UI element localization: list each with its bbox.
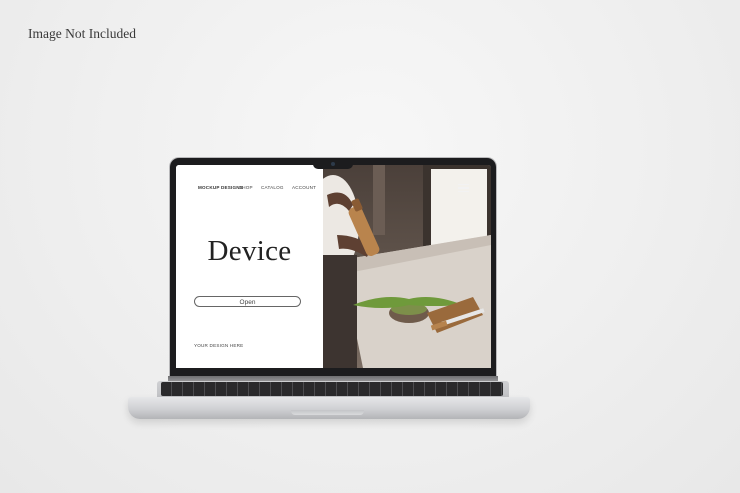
nav-shop-link[interactable]: SHOP: [239, 185, 253, 190]
website-nav: MOCKUP DESIGNS SHOP CATALOG ACCOUNT: [176, 185, 323, 193]
footer-text: YOUR DESIGN HERE: [194, 343, 244, 348]
laptop-screen: MOCKUP DESIGNS SHOP CATALOG ACCOUNT Devi…: [176, 165, 491, 368]
laptop-notch: [313, 160, 353, 169]
hamburger-menu-icon[interactable]: [458, 184, 469, 192]
camera-icon: [331, 162, 335, 166]
nav-brand[interactable]: MOCKUP DESIGNS: [198, 185, 243, 190]
mockup-caption: Image Not Included: [28, 26, 136, 41]
website-panel: MOCKUP DESIGNS SHOP CATALOG ACCOUNT Devi…: [176, 165, 323, 368]
nav-catalog-link[interactable]: CATALOG: [261, 185, 284, 190]
laptop-front-notch: [291, 410, 364, 415]
hero-photo: [323, 165, 491, 368]
laptop-keyboard: [161, 382, 503, 396]
nav-account-link[interactable]: ACCOUNT: [292, 185, 316, 190]
hero-title: Device: [207, 235, 292, 267]
laptop-base: [128, 397, 530, 419]
open-button[interactable]: Open: [194, 296, 301, 307]
cooking-photo-illustration: [323, 165, 491, 368]
